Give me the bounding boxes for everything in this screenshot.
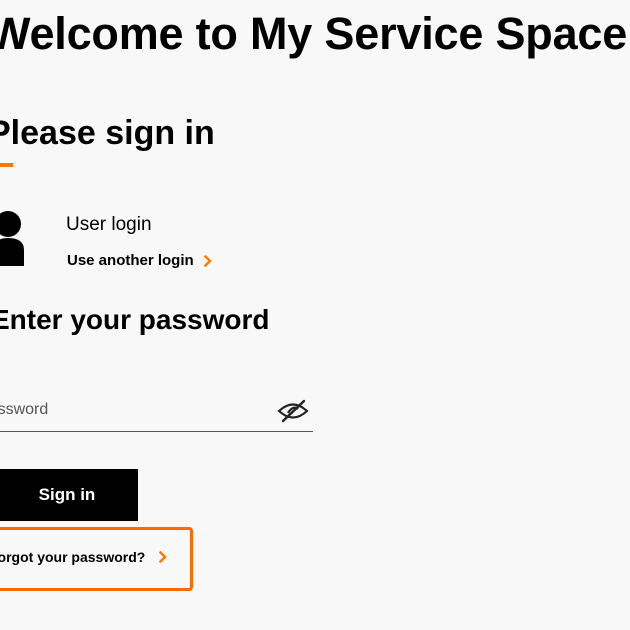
page-title: Welcome to My Service Space <box>0 8 628 59</box>
chevron-right-icon <box>159 551 168 563</box>
eye-slash-icon[interactable] <box>277 399 309 423</box>
forgot-password-link[interactable]: Forgot your password? <box>0 549 168 565</box>
forgot-password-label: Forgot your password? <box>0 549 146 565</box>
user-icon <box>0 211 24 266</box>
use-another-login-label: Use another login <box>67 252 194 269</box>
login-page: Welcome to My Service Space Please sign … <box>0 0 630 630</box>
password-field <box>0 393 313 432</box>
signin-button[interactable]: Sign in <box>0 469 138 521</box>
signin-heading: Please sign in <box>0 114 215 152</box>
use-another-login-link[interactable]: Use another login <box>67 252 212 269</box>
password-heading: Enter your password <box>0 304 270 335</box>
chevron-right-icon <box>203 254 212 267</box>
user-login-label: User login <box>66 214 152 235</box>
password-input[interactable] <box>0 393 268 427</box>
heading-accent-bar <box>0 163 13 167</box>
